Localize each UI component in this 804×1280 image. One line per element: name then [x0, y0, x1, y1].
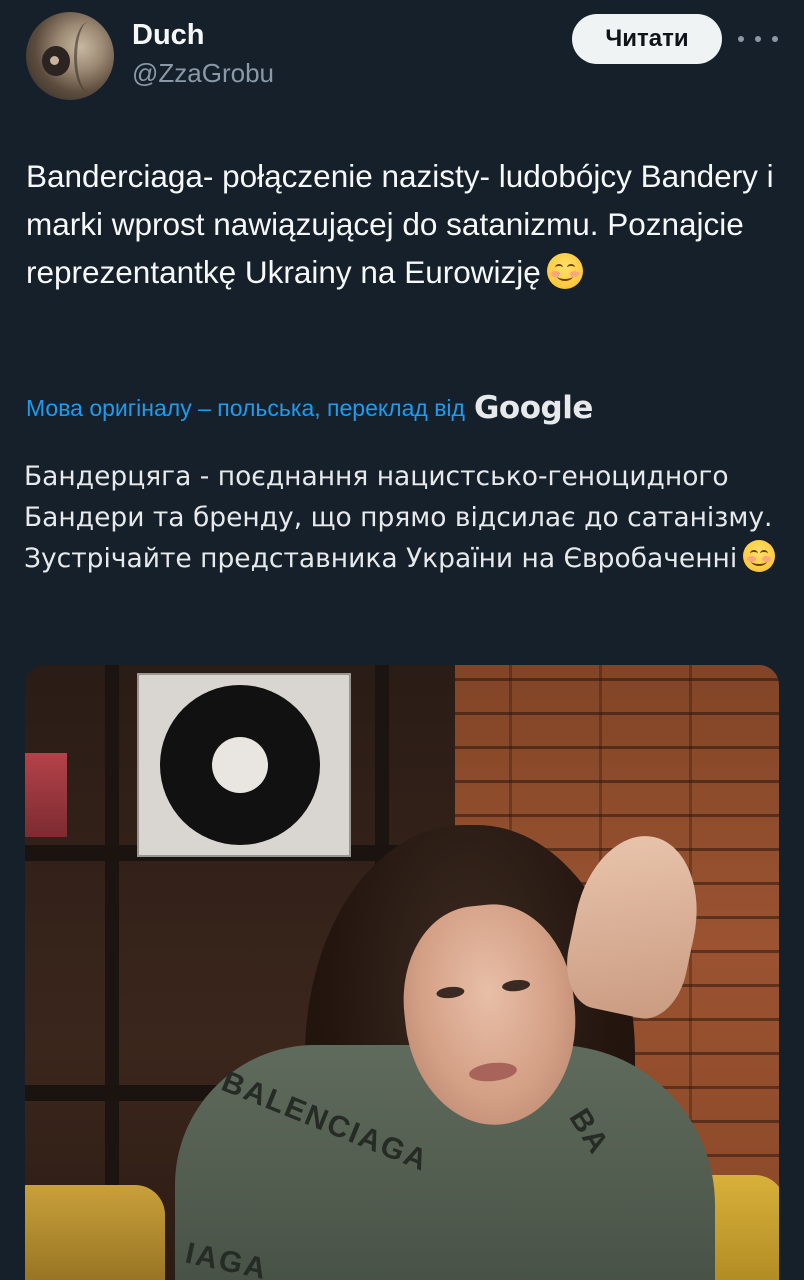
translation-label-link[interactable]: Мова оригіналу – польська, переклад від — [26, 395, 465, 422]
author-display-name[interactable]: Duch — [132, 19, 205, 52]
more-dot — [738, 36, 744, 42]
eye — [501, 978, 531, 993]
tweet-media-photo[interactable]: BALENCIAGA BA IAGA — [25, 665, 779, 1280]
follow-button[interactable]: Читати — [572, 14, 722, 64]
sweater-print: IAGA — [182, 1236, 271, 1280]
tweet-page: Duch @ZzaGrobu Читати Banderciaga- połąc… — [0, 0, 804, 1280]
more-horizontal-icon[interactable] — [738, 24, 778, 54]
sweater-print: BALENCIAGA — [217, 1065, 434, 1179]
avatar-fold — [74, 22, 103, 92]
lips — [468, 1060, 518, 1084]
tweet-text: Banderciaga- połączenie nazisty- ludobój… — [26, 152, 781, 296]
author-avatar[interactable] — [26, 12, 114, 100]
more-dot — [772, 36, 778, 42]
more-dot — [755, 36, 761, 42]
sofa-cushion — [25, 1185, 165, 1280]
vinyl-record — [160, 685, 320, 845]
smiling-face-emoji-icon — [743, 540, 776, 572]
avatar-face — [42, 46, 70, 76]
smiling-face-emoji-icon — [546, 253, 583, 289]
tweet-text-content: Banderciaga- połączenie nazisty- ludobój… — [26, 158, 783, 290]
translated-text: Бандерцяга - поєднання нацистсько-геноци… — [24, 456, 784, 579]
translation-attribution: Мова оригіналу – польська, переклад від … — [26, 390, 593, 426]
google-logo: Google — [473, 390, 593, 426]
eye — [435, 985, 465, 1000]
sweater-print: BA — [562, 1102, 616, 1161]
red-object — [25, 753, 67, 837]
author-handle[interactable]: @ZzaGrobu — [132, 58, 274, 89]
translated-text-content: Бандерцяга - поєднання нацистсько-геноци… — [24, 461, 773, 574]
